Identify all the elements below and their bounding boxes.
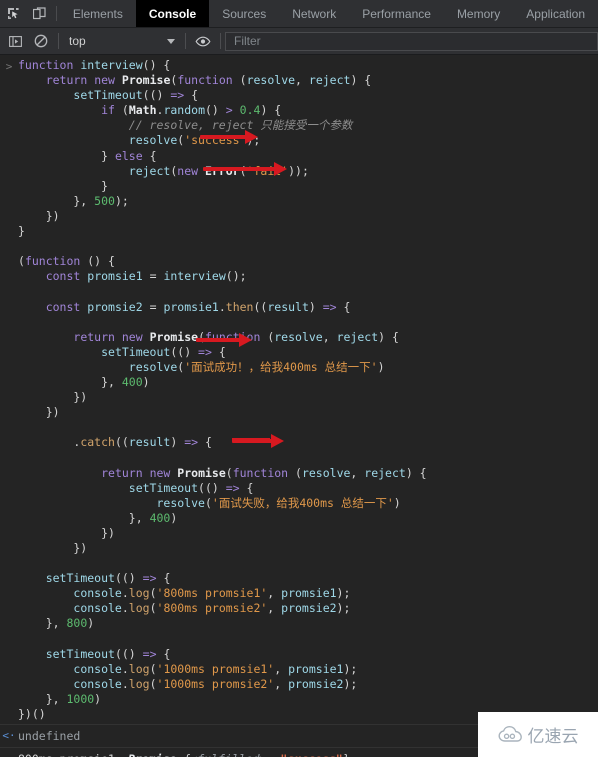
execution-context-select[interactable]: top bbox=[63, 31, 181, 51]
inspect-element-icon[interactable] bbox=[0, 0, 26, 27]
filter-input[interactable] bbox=[232, 33, 597, 49]
tab-memory[interactable]: Memory bbox=[444, 0, 513, 27]
close-brace: } bbox=[343, 752, 350, 757]
cloud-logo-icon bbox=[497, 725, 522, 742]
console-message-list[interactable]: > function interview() { return new Prom… bbox=[0, 55, 598, 757]
result-value: undefined bbox=[18, 729, 81, 744]
tabbar-divider bbox=[55, 6, 57, 21]
show-console-sidebar-icon[interactable] bbox=[2, 28, 28, 54]
devtools-tabbar: Elements Console Sources Network Perform… bbox=[0, 0, 598, 28]
toolbar-divider-1 bbox=[58, 33, 59, 49]
tab-sources[interactable]: Sources bbox=[209, 0, 279, 27]
source-code: function interview() { return new Promis… bbox=[18, 58, 427, 722]
device-toolbar-icon[interactable] bbox=[26, 0, 52, 27]
result-marker: <· bbox=[2, 729, 16, 743]
tab-application[interactable]: Application bbox=[513, 0, 598, 27]
console-input-expression: > function interview() { return new Prom… bbox=[0, 55, 598, 724]
tab-console[interactable]: Console bbox=[135, 0, 210, 27]
log-label: 800ms promsie1 bbox=[18, 752, 115, 757]
execution-context-value: top bbox=[69, 34, 86, 48]
live-expression-eye-icon[interactable] bbox=[190, 28, 216, 54]
tab-elements[interactable]: Elements bbox=[60, 0, 136, 27]
watermark: 亿速云 bbox=[478, 712, 598, 757]
devtools-window: Elements Console Sources Network Perform… bbox=[0, 0, 598, 757]
filter-field-wrapper[interactable] bbox=[225, 31, 598, 51]
toolbar-divider-3 bbox=[220, 33, 221, 49]
object-type: Promise bbox=[128, 752, 176, 757]
log-content: 800ms promsie1▸Promise {<fulfilled>: "su… bbox=[18, 751, 350, 757]
toolbar-divider-2 bbox=[185, 33, 186, 49]
clear-console-icon[interactable] bbox=[28, 28, 54, 54]
input-marker: > bbox=[5, 60, 13, 73]
promise-state: <fulfilled>: bbox=[190, 752, 273, 757]
promise-value: "success" bbox=[280, 752, 342, 757]
chevron-down-icon bbox=[167, 38, 175, 44]
watermark-text: 亿速云 bbox=[527, 727, 579, 747]
tab-network[interactable]: Network bbox=[279, 0, 349, 27]
console-toolbar: top bbox=[0, 28, 598, 55]
tab-performance[interactable]: Performance bbox=[349, 0, 444, 27]
